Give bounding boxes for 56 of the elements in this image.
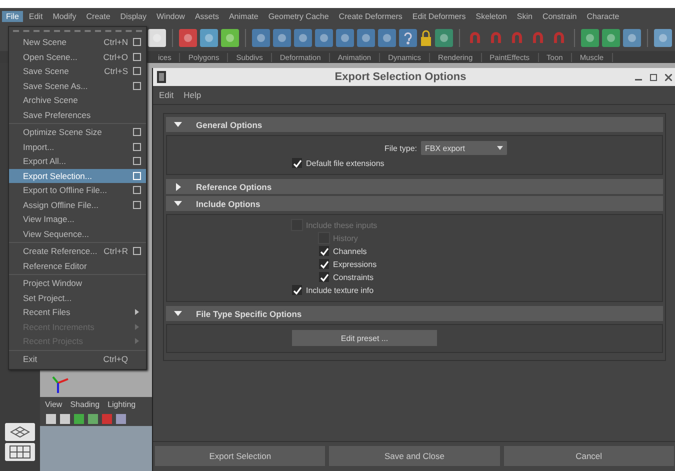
menu-item[interactable]: Export to Offline File... — [9, 183, 146, 198]
dialog-button[interactable]: Save and Close — [329, 446, 500, 466]
window-title: Export Selection Options — [334, 71, 468, 83]
dialog-button[interactable]: Cancel — [504, 446, 674, 466]
menu-item[interactable]: Archive Scene — [9, 93, 146, 108]
menu-item[interactable]: Export Selection... — [9, 168, 146, 183]
menu-item[interactable]: File — [2, 11, 23, 22]
menu-item[interactable]: Assign Offline File... — [9, 198, 146, 212]
edit-preset-button[interactable]: Edit preset ... — [292, 330, 437, 346]
field-label: File type: — [384, 144, 417, 152]
menu-item[interactable]: Save Scene Ctrl+S — [9, 64, 146, 78]
section-header[interactable]: Reference Options — [166, 179, 663, 194]
panel-menu-item[interactable]: Lighting — [108, 400, 136, 409]
menu-item[interactable]: Create Reference... Ctrl+R — [9, 244, 146, 258]
menu-item[interactable]: Animate — [224, 11, 262, 22]
checkbox-label: Expressions — [333, 260, 377, 268]
panel-menu-item[interactable]: View — [45, 400, 62, 409]
menu-item[interactable]: Reference Editor — [9, 258, 146, 273]
checkbox-label: Channels — [333, 246, 367, 256]
menu-item[interactable]: Open Scene... Ctrl+O — [9, 50, 146, 64]
menu-item[interactable]: Save Scene As... — [9, 78, 146, 93]
menu-item[interactable]: Skeleton — [472, 11, 511, 22]
menu-item[interactable]: Modify — [48, 11, 80, 22]
checkbox-label: Constraints — [333, 272, 374, 282]
menu-item[interactable]: Edit — [24, 11, 47, 22]
menu-item[interactable]: Set Project... — [9, 290, 146, 305]
menu-item[interactable]: View Image... — [9, 212, 146, 226]
menu-item[interactable]: Project Window — [9, 276, 146, 290]
menu-item[interactable]: Create Deformers — [334, 11, 406, 22]
menu-item[interactable]: Recent Files — [9, 305, 146, 320]
menu-item[interactable]: Export All... — [9, 154, 146, 168]
menu-item[interactable]: Display — [116, 11, 150, 22]
checkbox-label: Default file extensions — [306, 158, 384, 168]
menu-item[interactable]: Import... — [9, 140, 146, 154]
menu-item[interactable]: Optimize Scene Size — [9, 125, 146, 140]
dialog-button[interactable]: Export Selection — [155, 446, 326, 466]
menu-item[interactable]: View Sequence... — [9, 226, 146, 241]
menu-item[interactable]: Create — [82, 11, 114, 22]
menu-item[interactable]: Constrain — [538, 11, 581, 22]
menu-item[interactable]: Edit — [159, 90, 174, 100]
section-header[interactable]: File Type Specific Options — [166, 306, 663, 321]
menu-item[interactable]: Save Preferences — [9, 108, 146, 122]
panel-menu-item[interactable]: Shading — [70, 400, 100, 409]
menu-item[interactable]: Characte — [582, 11, 624, 22]
section-header[interactable]: Include Options — [166, 196, 663, 211]
menu-item[interactable]: Exit Ctrl+Q — [9, 352, 146, 366]
file-type-dropdown[interactable]: FBX export — [421, 141, 507, 155]
menu-item[interactable]: Skin — [512, 11, 536, 22]
menu-item[interactable]: Window — [152, 11, 189, 22]
menu-item[interactable]: New Scene Ctrl+N — [9, 35, 146, 50]
menu-item[interactable]: Help — [184, 90, 202, 100]
menu-item[interactable]: Assets — [190, 11, 223, 22]
checkbox-label: Include texture info — [306, 286, 374, 294]
section-header[interactable]: General Options — [166, 117, 663, 132]
menu-item[interactable]: Geometry Cache — [264, 11, 333, 22]
menu-item[interactable]: Edit Deformers — [408, 11, 470, 22]
